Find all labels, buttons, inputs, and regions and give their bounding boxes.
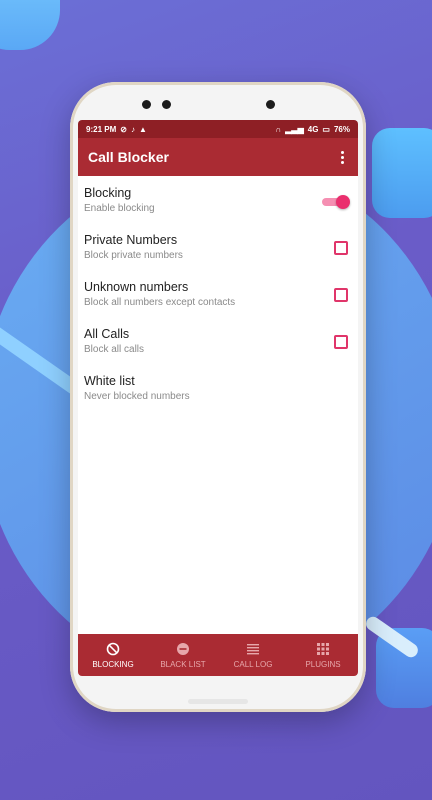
- headphones-icon: ∩: [275, 124, 282, 134]
- battery-level: 76%: [333, 124, 350, 134]
- setting-subtitle: Block all calls: [84, 344, 145, 355]
- decor-shape: [372, 128, 432, 218]
- setting-title: All Calls: [84, 327, 130, 341]
- nav-label: PLUGINS: [305, 659, 341, 669]
- nav-blocking[interactable]: BLOCKING: [78, 634, 148, 676]
- setting-private-numbers[interactable]: Private Numbers Block private numbers: [78, 227, 358, 274]
- grid-icon: [317, 642, 329, 655]
- phone-frame: 9:21 PM ⊘ ♪ ▲ ∩ ▂▃▅ 4G ▭ 76% Call Blocke…: [70, 82, 366, 712]
- tiktok-icon: ♪: [130, 124, 135, 134]
- nav-plugins[interactable]: PLUGINS: [288, 634, 358, 676]
- setting-subtitle: Enable blocking: [84, 203, 155, 214]
- setting-subtitle: Block private numbers: [84, 250, 183, 261]
- overflow-menu-icon[interactable]: [337, 147, 348, 168]
- setting-all-calls[interactable]: All Calls Block all calls: [78, 321, 358, 368]
- network-label: 4G: [307, 124, 319, 134]
- setting-unknown-numbers[interactable]: Unknown numbers Block all numbers except…: [78, 274, 358, 321]
- nav-label: BLACK LIST: [160, 659, 206, 669]
- warning-icon: ▲: [138, 124, 147, 134]
- app-screen: 9:21 PM ⊘ ♪ ▲ ∩ ▂▃▅ 4G ▭ 76% Call Blocke…: [78, 120, 358, 676]
- setting-blocking[interactable]: Blocking Enable blocking: [78, 180, 358, 227]
- all-calls-checkbox[interactable]: [334, 335, 348, 349]
- decor-shape: [0, 0, 60, 50]
- setting-title: Private Numbers: [84, 233, 178, 247]
- nav-label: BLOCKING: [92, 659, 134, 669]
- sensor-dot: [142, 100, 151, 109]
- setting-subtitle: Block all numbers except contacts: [84, 297, 236, 308]
- setting-title: White list: [84, 374, 135, 388]
- settings-list: Blocking Enable blocking Private Numbers…: [78, 176, 358, 415]
- battery-icon: ▭: [322, 124, 330, 134]
- nav-call-log[interactable]: CALL LOG: [218, 634, 288, 676]
- nav-label: CALL LOG: [233, 659, 273, 669]
- nav-black-list[interactable]: BLACK LIST: [148, 634, 218, 676]
- signal-icon: ▂▃▅: [285, 124, 304, 134]
- list-icon: [247, 643, 259, 654]
- dnd-icon: ⊘: [120, 124, 127, 134]
- sensor-dot: [162, 100, 171, 109]
- status-bar: 9:21 PM ⊘ ♪ ▲ ∩ ▂▃▅ 4G ▭ 76%: [78, 120, 358, 138]
- setting-white-list[interactable]: White list Never blocked numbers: [78, 368, 358, 415]
- setting-title: Blocking: [84, 186, 132, 200]
- block-icon: [106, 642, 120, 655]
- unknown-numbers-checkbox[interactable]: [334, 288, 348, 302]
- app-bar: Call Blocker: [78, 138, 358, 176]
- blocking-toggle[interactable]: [322, 195, 350, 209]
- setting-title: Unknown numbers: [84, 280, 189, 294]
- front-camera: [266, 100, 275, 109]
- minus-circle-icon: [177, 642, 189, 655]
- bottom-navigation: BLOCKING BLACK LIST CALL LOG PLUGINS: [78, 634, 358, 676]
- setting-subtitle: Never blocked numbers: [84, 391, 190, 402]
- home-indicator: [188, 699, 248, 704]
- private-numbers-checkbox[interactable]: [334, 241, 348, 255]
- status-time: 9:21 PM: [86, 124, 117, 134]
- page-title: Call Blocker: [88, 149, 169, 165]
